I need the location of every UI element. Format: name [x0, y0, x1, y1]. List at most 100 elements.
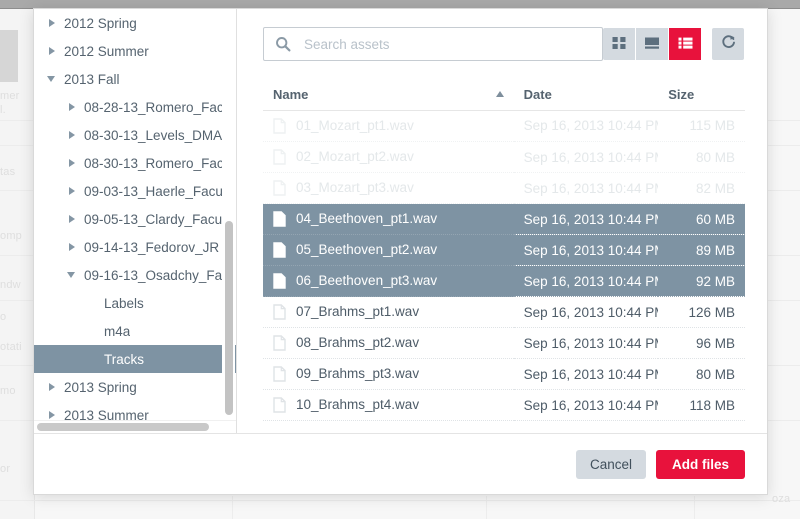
background-selection-swatch [0, 30, 18, 82]
chevron-right-icon[interactable] [66, 156, 80, 170]
tree-item-09-05-13-clardy-faculty[interactable]: 09-05-13_Clardy_Faculty [34, 205, 236, 233]
tree-item-tracks[interactable]: Tracks [34, 345, 236, 373]
column-header-name-label: Name [273, 86, 309, 102]
table-row[interactable]: 07_Brahms_pt1.wav Sep 16, 2013 10:44 PM 12… [263, 296, 745, 328]
tree-item-09-03-13-haerle-faculty[interactable]: 09-03-13_Haerle_Faculty [34, 177, 236, 205]
tree-item-label: 08-30-13_Romero_Facult [84, 155, 232, 171]
grid-view-button[interactable] [603, 28, 635, 60]
document-icon [273, 303, 286, 320]
background-divider [0, 500, 800, 501]
background-grid-line [486, 496, 487, 519]
document-icon [273, 396, 286, 413]
tree-item-2012-summer[interactable]: 2012 Summer [34, 37, 236, 65]
refresh-button[interactable] [712, 28, 744, 60]
column-header-date[interactable]: Date [513, 79, 659, 111]
cell-name: 03_Mozart_pt3.wav [263, 173, 514, 204]
column-header-name[interactable]: Name [263, 79, 514, 111]
cell-date: Sep 16, 2013 10:44 PM [513, 234, 659, 266]
tree-item-label: 09-14-13_Fedorov_JR [84, 239, 220, 255]
tree-item-2013-fall[interactable]: 2013 Fall [34, 65, 236, 93]
chevron-right-icon[interactable] [66, 212, 80, 226]
table-row[interactable]: 09_Brahms_pt3.wav Sep 16, 2013 10:44 PM 80… [263, 358, 745, 390]
refresh-icon [720, 34, 737, 54]
cell-name: 10_Brahms_pt4.wav [263, 390, 514, 421]
chevron-right-icon[interactable] [66, 100, 80, 114]
chevron-right-icon[interactable] [66, 240, 80, 254]
tree-item-08-30-13-levels-dma[interactable]: 08-30-13_Levels_DMA [34, 121, 236, 149]
cell-name: 06_Beethoven_pt3.wav [263, 265, 514, 297]
tree-item-label: 2013 Summer [64, 407, 149, 422]
tree-item-2012-spring[interactable]: 2012 Spring [34, 9, 236, 37]
chevron-right-icon[interactable] [46, 16, 60, 30]
chevron-right-icon[interactable] [66, 184, 80, 198]
file-name: 02_Mozart_pt2.wav [296, 149, 414, 164]
chevron-right-icon[interactable] [46, 44, 60, 58]
tree-item-08-28-13-romero-facult[interactable]: 08-28-13_Romero_Facult [34, 93, 236, 121]
tree-item-09-14-13-fedorov-jr[interactable]: 09-14-13_Fedorov_JR [34, 233, 236, 261]
background-text-fragment: mo [0, 385, 16, 397]
card-icon [643, 35, 661, 54]
card-view-button[interactable] [636, 28, 668, 60]
tree-vertical-scrollbar-thumb[interactable] [225, 221, 233, 415]
file-name: 07_Brahms_pt1.wav [296, 304, 420, 319]
file-table: Name Date Size 01_Mozart_pt1.wav Sep 16,… [263, 79, 745, 421]
document-icon [273, 148, 286, 165]
add-files-button[interactable]: Add files [655, 449, 745, 479]
chevron-down-icon[interactable] [46, 72, 60, 86]
file-name: 01_Mozart_pt1.wav [296, 118, 414, 133]
tree-item-08-30-13-romero-facult[interactable]: 08-30-13_Romero_Facult [34, 149, 236, 177]
add-files-dialog: 2012 Spring 2012 Summer 2013 Fall 08-28-13_… [33, 8, 768, 495]
tree-item-m4a[interactable]: m4a [34, 317, 236, 345]
tree-item-2013-spring[interactable]: 2013 Spring [34, 373, 236, 401]
table-row[interactable]: 06_Beethoven_pt3.wav Sep 16, 2013 10:44 P… [263, 265, 745, 297]
cell-date: Sep 16, 2013 10:44 PM [513, 110, 659, 142]
background-text-fragment: tas [0, 166, 16, 178]
search-input[interactable] [302, 28, 602, 60]
chevron-down-icon[interactable] [66, 268, 80, 282]
search-field[interactable] [263, 27, 603, 61]
tree-item-label: Tracks [104, 351, 144, 367]
tree-horizontal-scrollbar-thumb[interactable] [37, 423, 209, 431]
table-row[interactable]: 05_Beethoven_pt2.wav Sep 16, 2013 10:44 P… [263, 234, 745, 266]
table-row[interactable]: 10_Brahms_pt4.wav Sep 16, 2013 10:44 PM 11… [263, 389, 745, 421]
table-row[interactable]: 01_Mozart_pt1.wav Sep 16, 2013 10:44 PM 11… [263, 110, 745, 142]
cell-size: 89 MB [658, 234, 745, 266]
list-view-button[interactable] [669, 28, 701, 60]
background-text-fragment: omp [0, 230, 22, 242]
chevron-right-icon[interactable] [46, 380, 60, 394]
list-icon [677, 35, 694, 54]
tree-item-labels[interactable]: Labels [34, 289, 236, 317]
table-row[interactable]: 04_Beethoven_pt1.wav Sep 16, 2013 10:44 P… [263, 203, 745, 235]
chevron-right-icon[interactable] [66, 128, 80, 142]
document-icon [273, 365, 286, 382]
cell-name: 02_Mozart_pt2.wav [263, 142, 514, 173]
cell-size: 115 MB [658, 110, 745, 142]
file-name: 05_Beethoven_pt2.wav [296, 242, 438, 257]
table-row[interactable]: 08_Brahms_pt2.wav Sep 16, 2013 10:44 PM 96… [263, 327, 745, 359]
cell-date: Sep 16, 2013 10:44 PM [513, 141, 659, 173]
dialog-body: 2012 Spring 2012 Summer 2013 Fall 08-28-13_… [34, 9, 767, 433]
table-row[interactable]: 02_Mozart_pt2.wav Sep 16, 2013 10:44 PM 80… [263, 141, 745, 173]
folder-tree: 2012 Spring 2012 Summer 2013 Fall 08-28-13_… [34, 9, 236, 421]
tree-vertical-scrollbar[interactable] [222, 9, 235, 421]
cell-date: Sep 16, 2013 10:44 PM [513, 172, 659, 204]
cell-size: 80 MB [658, 141, 745, 173]
tree-item-2013-summer[interactable]: 2013 Summer [34, 401, 236, 421]
cell-size: 126 MB [658, 296, 745, 328]
background-text-fragment: oza [772, 493, 791, 505]
column-header-size[interactable]: Size [658, 79, 745, 111]
cancel-button[interactable]: Cancel [575, 449, 646, 479]
cell-name: 05_Beethoven_pt2.wav [263, 234, 514, 266]
tree-horizontal-scrollbar[interactable] [34, 420, 236, 433]
tree-item-09-16-13-osadchy-facul[interactable]: 09-16-13_Osadchy_Facul [34, 261, 236, 289]
view-mode-group [603, 28, 745, 60]
background-text-fragment: l. [0, 104, 6, 116]
cell-date: Sep 16, 2013 10:44 PM [513, 389, 659, 421]
table-row[interactable]: 03_Mozart_pt3.wav Sep 16, 2013 10:44 PM 82… [263, 172, 745, 204]
background-text-fragment: mer [0, 90, 20, 102]
cell-name: 01_Mozart_pt1.wav [263, 111, 514, 142]
background-left-column [0, 8, 35, 519]
cell-name: 07_Brahms_pt1.wav [263, 297, 514, 328]
background-grid-line [694, 496, 695, 519]
